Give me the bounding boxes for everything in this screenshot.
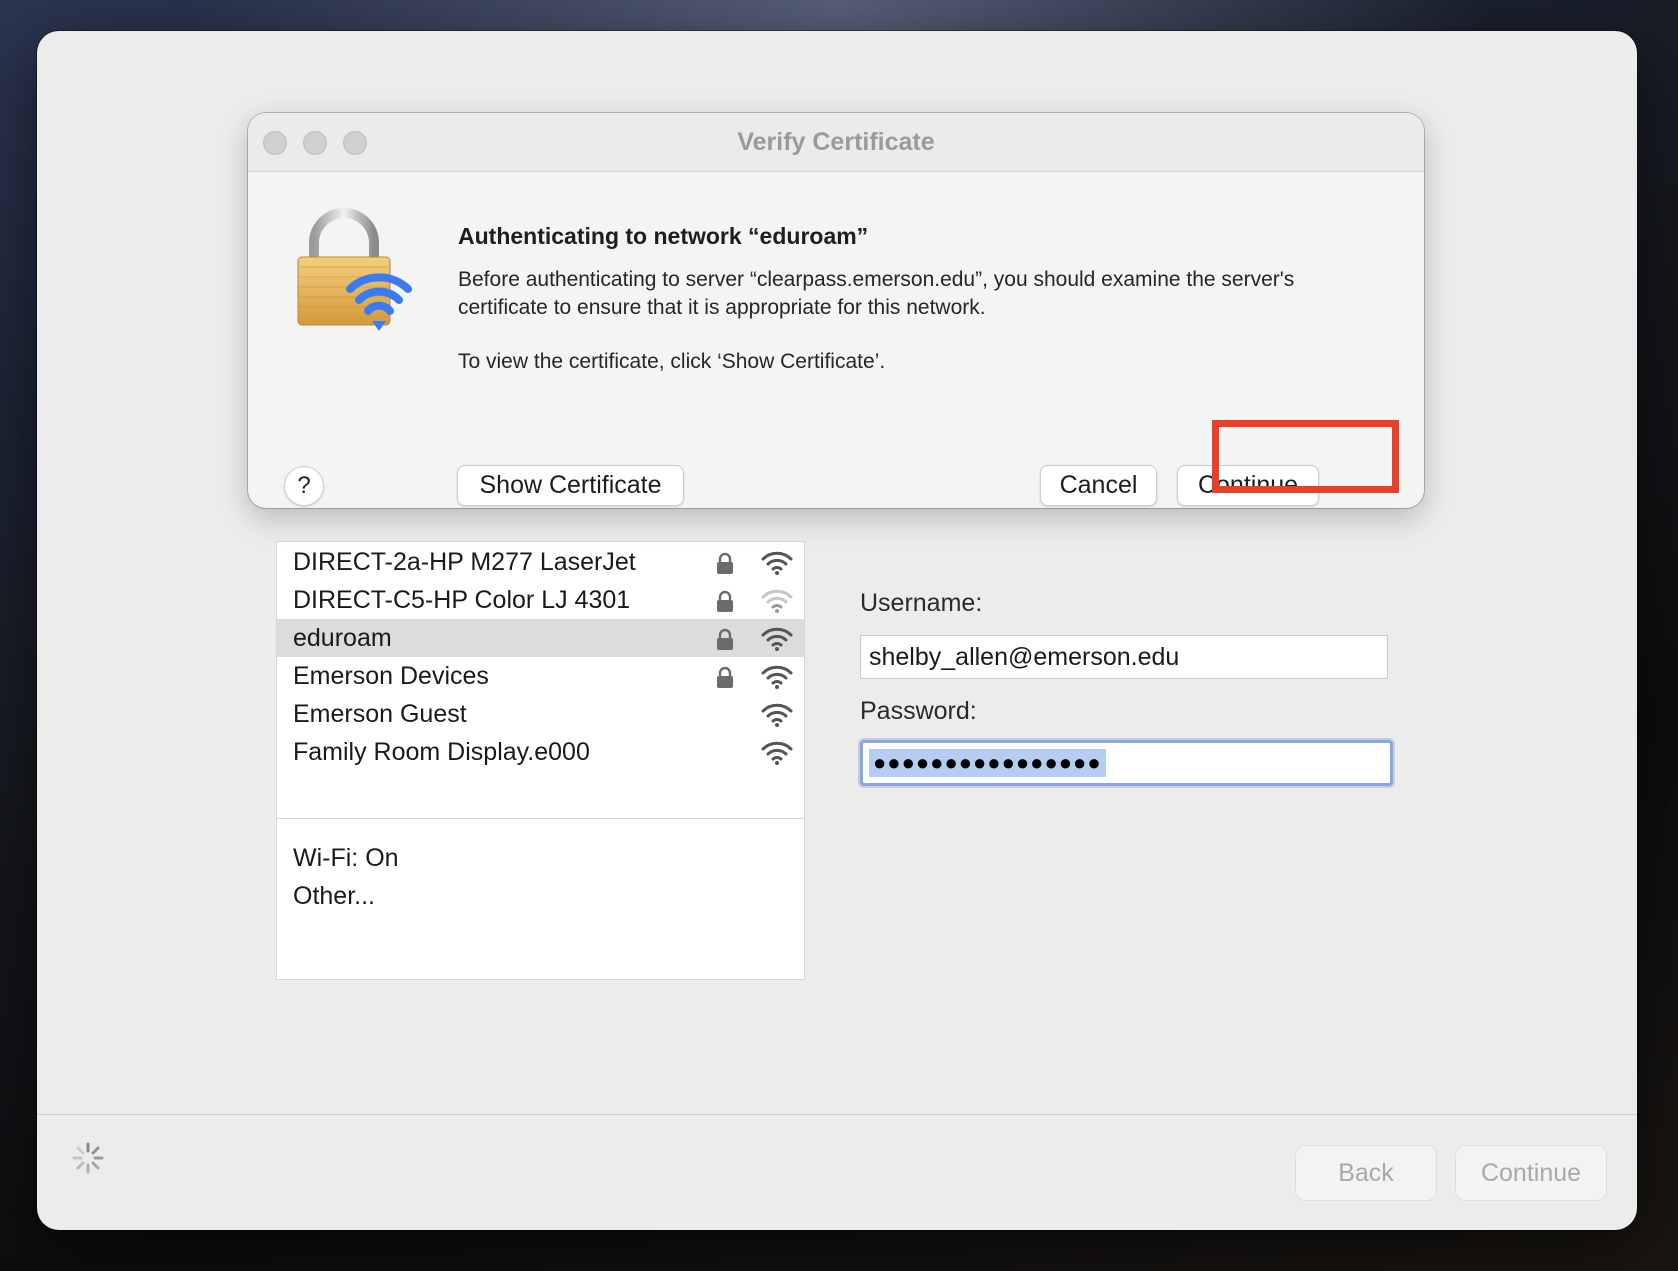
network-row-eduroam[interactable]: eduroam xyxy=(277,619,804,657)
dialog-heading: Authenticating to network “eduroam” xyxy=(458,223,869,249)
username-field[interactable]: shelby_allen@emerson.edu xyxy=(860,635,1388,679)
setup-assistant-window: DIRECT-2a-HP M277 LaserJet DIRECT-C5-HP … xyxy=(37,31,1637,1230)
network-name: eduroam xyxy=(293,623,392,652)
network-name: Emerson Guest xyxy=(293,699,467,728)
network-list-divider xyxy=(277,818,804,819)
help-button[interactable]: ? xyxy=(284,466,324,506)
wifi-icon xyxy=(761,627,793,651)
wifi-icon xyxy=(761,589,793,613)
back-button[interactable]: Back xyxy=(1295,1145,1437,1201)
network-row-direct-2a[interactable]: DIRECT-2a-HP M277 LaserJet xyxy=(277,543,804,581)
password-field[interactable]: ●●●●●●●●●●●●●●●● xyxy=(860,740,1393,786)
spinner-icon xyxy=(72,1142,104,1174)
wifi-icon xyxy=(761,741,793,765)
lock-icon xyxy=(717,552,733,574)
username-label: Username: xyxy=(860,589,983,617)
password-label: Password: xyxy=(860,697,977,725)
show-certificate-button[interactable]: Show Certificate xyxy=(457,465,684,506)
dialog-titlebar: Verify Certificate xyxy=(248,113,1424,172)
network-name: DIRECT-2a-HP M277 LaserJet xyxy=(293,547,636,576)
wifi-icon xyxy=(761,665,793,689)
dialog-message: Before authenticating to server “clearpa… xyxy=(458,268,1295,319)
network-row-direct-c5[interactable]: DIRECT-C5-HP Color LJ 4301 xyxy=(277,581,804,619)
network-list: DIRECT-2a-HP M277 LaserJet DIRECT-C5-HP … xyxy=(276,541,805,980)
network-name: Family Room Display.e000 xyxy=(293,737,590,766)
wifi-icon xyxy=(761,703,793,727)
lock-icon xyxy=(717,590,733,612)
network-row-family-room-display[interactable]: Family Room Display.e000 xyxy=(277,733,804,771)
network-row-emerson-guest[interactable]: Emerson Guest xyxy=(277,695,804,733)
other-network-item[interactable]: Other... xyxy=(293,882,375,911)
dialog-instruction: To view the certificate, click ‘Show Cer… xyxy=(458,350,886,373)
lock-icon xyxy=(717,628,733,650)
network-row-emerson-devices[interactable]: Emerson Devices xyxy=(277,657,804,695)
password-mask: ●●●●●●●●●●●●●●●● xyxy=(869,749,1106,777)
wifi-status-item[interactable]: Wi-Fi: On xyxy=(293,844,399,873)
lock-icon xyxy=(717,666,733,688)
dialog-title: Verify Certificate xyxy=(737,128,935,156)
continue-highlight-box xyxy=(1212,420,1399,493)
network-name: Emerson Devices xyxy=(293,661,489,690)
footer-continue-button[interactable]: Continue xyxy=(1455,1145,1607,1201)
cancel-button[interactable]: Cancel xyxy=(1040,465,1157,506)
wifi-icon xyxy=(761,551,793,575)
lock-wifi-icon xyxy=(297,208,412,331)
network-name: DIRECT-C5-HP Color LJ 4301 xyxy=(293,585,631,614)
footer-divider xyxy=(37,1114,1637,1115)
